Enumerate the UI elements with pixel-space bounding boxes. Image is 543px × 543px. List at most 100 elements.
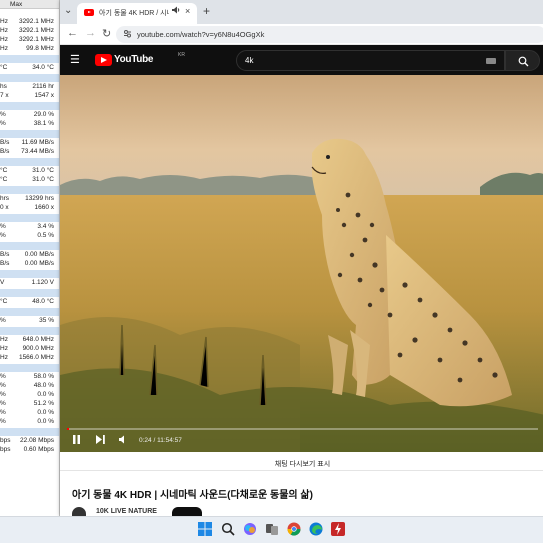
video-frame [60, 75, 543, 452]
monitor-row-value: 51.2 % [33, 400, 54, 407]
menu-icon[interactable]: ☰ [70, 53, 80, 66]
youtube-page: ☰ YouTube KR 4k 0:24 / 11:54:57 채팅 다시보기 … [60, 45, 543, 516]
monitor-row-value: 34.0 °C [32, 64, 54, 71]
search-query: 4k [245, 56, 254, 65]
monitor-row-unit: °C [0, 64, 8, 71]
monitor-row-unit: % [0, 400, 6, 407]
monitor-row: % 0.0 % [0, 418, 59, 426]
time-display: 0:24 / 11:54:57 [139, 437, 182, 444]
monitor-row-unit: Hz [0, 336, 8, 343]
monitor-row-unit: hrs [0, 195, 10, 202]
monitor-row: % 48.0 % [0, 382, 59, 390]
monitor-row-unit: °C [0, 176, 8, 183]
monitor-group-separator [0, 55, 59, 63]
monitor-row-unit: Hz [0, 345, 8, 352]
monitor-row: % 29.0 % [0, 111, 59, 119]
monitor-row-unit: % [0, 409, 6, 416]
hardware-monitor-window: Max Hz 3292.1 MHz Hz 3292.1 MHz Hz 3292.1 MHz… [0, 0, 60, 516]
search-icon[interactable] [221, 522, 237, 538]
monitor-row-value: 0.0 % [37, 418, 54, 425]
monitor-row: °C 31.0 °C [0, 176, 59, 184]
monitor-row-value: 11.69 MB/s [21, 139, 54, 146]
tab-search-icon[interactable]: ⌄ [64, 5, 74, 17]
address-bar[interactable]: youtube.com/watch?v=y6N8u4OGgXk [116, 26, 543, 43]
monitor-row-value: 1.120 V [31, 279, 54, 286]
monitor-row-unit: bps [0, 437, 11, 444]
back-button[interactable]: ← [67, 27, 78, 39]
video-player[interactable]: 0:24 / 11:54:57 [60, 75, 543, 452]
monitor-row-unit: % [0, 111, 6, 118]
monitor-row-value: 3.4 % [37, 223, 54, 230]
youtube-play-icon [95, 54, 112, 66]
new-tab-button[interactable]: + [203, 4, 210, 18]
chrome-icon[interactable] [287, 522, 303, 538]
monitor-row-unit: B/s [0, 251, 10, 258]
monitor-group-separator [0, 102, 59, 110]
monitor-row-value: 900.0 MHz [22, 345, 54, 352]
windows-start-icon[interactable] [198, 522, 214, 538]
channel-avatar[interactable] [72, 507, 86, 516]
monitor-row-value: 29.0 % [33, 111, 54, 118]
monitor-row-value: 648.0 MHz [22, 336, 54, 343]
monitor-row-value: 0.0 % [37, 409, 54, 416]
monitor-row-value: 13299 hrs [25, 195, 54, 202]
monitor-row-unit: hs [0, 83, 7, 90]
search-input[interactable]: 4k [236, 50, 505, 71]
pause-icon[interactable] [72, 435, 81, 446]
monitor-row-value: 73.44 MB/s [21, 148, 54, 155]
youtube-logo[interactable]: YouTube KR [95, 52, 185, 67]
next-icon[interactable] [96, 435, 105, 446]
monitor-row: % 38.1 % [0, 120, 59, 128]
monitor-row: °C 31.0 °C [0, 167, 59, 175]
monitor-row-unit: % [0, 373, 6, 380]
copilot-icon[interactable] [243, 522, 259, 538]
monitor-row-unit: Hz [0, 27, 8, 34]
app-icon[interactable] [331, 522, 347, 538]
tab-close-icon[interactable]: × [185, 6, 190, 16]
monitor-row: Hz 3292.1 MHz [0, 18, 59, 26]
monitor-row-unit: Hz [0, 36, 8, 43]
monitor-row: % 3.4 % [0, 223, 59, 231]
monitor-row: hrs 13299 hrs [0, 195, 59, 203]
monitor-row-unit: °C [0, 167, 8, 174]
monitor-row-unit: bps [0, 446, 11, 453]
monitor-group-separator [0, 364, 59, 372]
monitor-row-unit: Hz [0, 45, 8, 52]
progress-bar[interactable] [67, 428, 538, 430]
youtube-favicon-icon [84, 9, 94, 16]
site-info-icon[interactable] [123, 29, 132, 40]
monitor-row-value: 31.0 °C [32, 176, 54, 183]
monitor-row: bps 0.60 Mbps [0, 446, 59, 454]
monitor-row-value: 48.0 °C [32, 298, 54, 305]
monitor-row: % 35 % [0, 317, 59, 325]
monitor-group-separator [0, 289, 59, 297]
edge-icon[interactable] [309, 522, 325, 538]
tab-youtube[interactable]: 아기 동물 4K HDR / 시네마 × [77, 3, 197, 24]
monitor-row-value: 1547 x [34, 92, 54, 99]
monitor-row-value: 0.00 MB/s [24, 251, 54, 258]
keyboard-icon[interactable] [486, 58, 496, 64]
task-view-icon[interactable] [265, 522, 281, 538]
desktop: Max Hz 3292.1 MHz Hz 3292.1 MHz Hz 3292.1 MHz… [0, 0, 543, 543]
taskbar [0, 516, 543, 543]
monitor-row-value: 48.0 % [33, 382, 54, 389]
monitor-row-value: 99.8 MHz [26, 45, 54, 52]
video-title: 아기 동물 4K HDR | 시네마틱 사운드(다채로운 동물의 삶) [72, 490, 313, 501]
monitor-row: B/s 0.00 MB/s [0, 251, 59, 259]
volume-icon[interactable] [119, 435, 128, 446]
monitor-row: B/s 0.00 MB/s [0, 260, 59, 268]
reload-button[interactable]: ↻ [102, 27, 111, 40]
subscribe-button[interactable] [172, 507, 202, 516]
monitor-row: 0 x 1660 x [0, 204, 59, 212]
search-button[interactable] [505, 50, 540, 71]
logo-region: KR [178, 52, 185, 58]
forward-button[interactable]: → [85, 27, 96, 39]
show-chat-replay-button[interactable]: 채팅 다시보기 표시 [60, 453, 543, 471]
monitor-row: V 1.120 V [0, 279, 59, 287]
channel-name[interactable]: 10K LIVE NATURE [96, 508, 157, 515]
speaker-icon[interactable] [172, 6, 181, 16]
browser-window: ⌄ 아기 동물 4K HDR / 시네마 × + ← → ↻ youtube.c… [60, 0, 543, 516]
monitor-row: hs 2116 hr [0, 83, 59, 91]
monitor-row: Hz 3292.1 MHz [0, 27, 59, 35]
monitor-row: B/s 73.44 MB/s [0, 148, 59, 156]
